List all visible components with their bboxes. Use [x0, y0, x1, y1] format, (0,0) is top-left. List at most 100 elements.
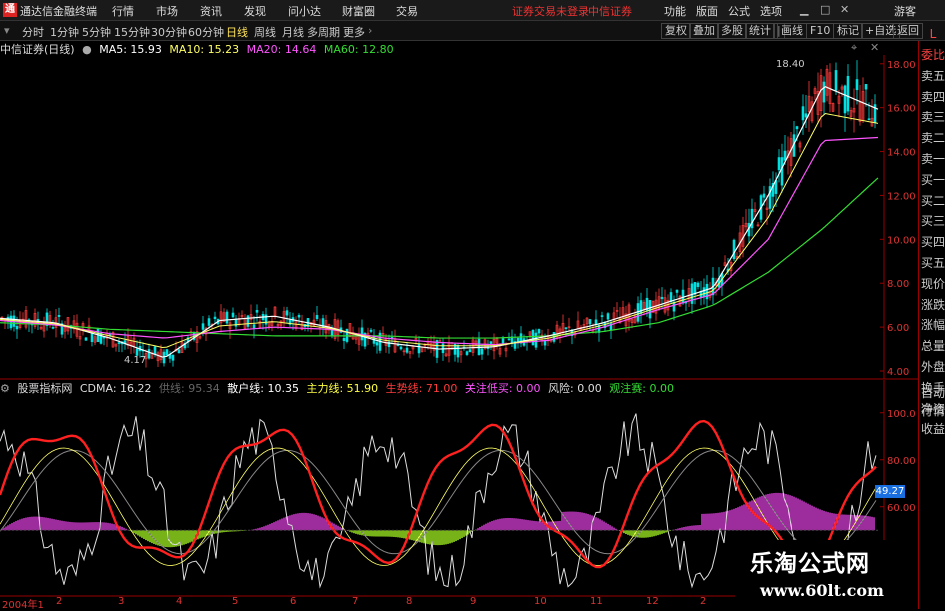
menu-ask[interactable]: 问小达 [288, 3, 321, 19]
indicator-tick-label: 100.0 [887, 409, 916, 420]
tab-30min[interactable]: 30分钟 [151, 24, 187, 40]
side-price[interactable]: 现价 [920, 277, 945, 291]
side-bid4[interactable]: 买四 [920, 235, 945, 249]
candle-body [51, 327, 55, 329]
trend-line-label: 生势线: 71.00 [385, 382, 458, 395]
more-chevron-icon[interactable]: › [368, 24, 372, 37]
candle-body [405, 347, 409, 353]
btn-overlay[interactable]: 叠加 [689, 23, 719, 39]
user-label[interactable]: 游客 [894, 3, 916, 19]
candle-body [177, 349, 181, 354]
btn-stats[interactable]: 统计 [745, 23, 775, 39]
side-bid3[interactable]: 买三 [920, 214, 945, 228]
minimize-icon[interactable]: ▁ [800, 3, 808, 16]
side-ask3[interactable]: 卖三 [920, 110, 945, 124]
price-tick-label: 4.00 [887, 367, 909, 378]
tab-1min[interactable]: 1分钟 [50, 24, 79, 40]
side-quotes[interactable]: 行情 [920, 404, 945, 418]
broker-name[interactable]: 中信证券 [588, 3, 632, 19]
candle-body [864, 84, 868, 90]
candle-body [57, 315, 61, 317]
tab-multi-period[interactable]: 多周期 [307, 24, 340, 40]
side-bid1[interactable]: 买一 [920, 173, 945, 187]
maximize-icon[interactable]: □ [820, 3, 830, 16]
btn-back[interactable]: 返回 [893, 23, 923, 39]
menu-wealth[interactable]: 财富圈 [342, 3, 375, 19]
tab-60min[interactable]: 60分钟 [188, 24, 224, 40]
side-outer[interactable]: 外盘 [920, 360, 945, 374]
low-price-label: 4.17 [124, 355, 146, 366]
menu-news[interactable]: 资讯 [200, 3, 222, 19]
candle-body [162, 351, 166, 364]
indicator-tick-label: 80.00 [887, 456, 916, 467]
indicator-name[interactable]: 股票指标网 [17, 382, 72, 395]
candle-body [855, 79, 859, 91]
btn-draw[interactable]: 画线 [777, 23, 807, 39]
price-tick-label: 6.00 [887, 323, 909, 334]
side-bid5[interactable]: 买五 [920, 256, 945, 270]
app-logo: 通 [3, 3, 17, 17]
candle-body [588, 319, 592, 325]
candle-body [762, 193, 766, 198]
close-icon[interactable]: ✕ [840, 3, 849, 16]
side-change[interactable]: 涨跌 [920, 298, 945, 312]
period-toolbar: ▾ 分时 1分钟 5分钟 15分钟 30分钟 60分钟 日线 周线 月线 多周期… [0, 21, 945, 41]
watermark-url: www.60lt.com [760, 581, 884, 600]
side-auto[interactable]: 自动 [920, 386, 945, 400]
tab-daily[interactable]: 日线 [226, 24, 248, 40]
side-ask2[interactable]: 卖二 [920, 131, 945, 145]
menu-quotes[interactable]: 行情 [112, 3, 134, 19]
candle-body [15, 326, 19, 330]
quote-side-panel: L 委比 卖五 卖四 卖三 卖二 卖一 买一 买二 买三 买四 买五 现价 涨跌 涨幅 总量 外盘 换手 净资 收益… [918, 27, 945, 609]
candle-body [564, 327, 568, 329]
cdma-label: CDMA: 16.22 [79, 382, 152, 395]
btn-adjust[interactable]: 复权 [661, 23, 691, 39]
btn-multi-stock[interactable]: 多股 [717, 23, 747, 39]
menu-trade[interactable]: 交易 [396, 3, 418, 19]
menu-market[interactable]: 市场 [156, 3, 178, 19]
btn-f10[interactable]: F10 [806, 23, 835, 39]
price-chart[interactable]: 18.00 16.00 14.00 12.00 10.00 8.00 6.00 4.00 10… [0, 41, 918, 609]
side-bid2[interactable]: 买二 [920, 194, 945, 208]
side-change-pct[interactable]: 涨幅 [920, 318, 945, 332]
tab-more[interactable]: 更多 [343, 24, 365, 40]
candle-body [795, 126, 799, 130]
side-ask1[interactable]: 卖一 [920, 152, 945, 166]
candle-body [225, 311, 229, 324]
menu-function[interactable]: 功能 [664, 3, 686, 19]
candle-body [777, 157, 781, 171]
side-bid-ratio[interactable]: 委比 [920, 48, 945, 62]
side-ask4[interactable]: 卖四 [920, 90, 945, 104]
candle-body [468, 349, 472, 353]
price-tick-label: 18.00 [887, 60, 916, 71]
side-ask5[interactable]: 卖五 [920, 69, 945, 83]
candle-body [693, 282, 697, 295]
tab-monthly[interactable]: 月线 [282, 24, 304, 40]
menu-discover[interactable]: 发现 [244, 3, 266, 19]
tab-5min[interactable]: 5分钟 [82, 24, 111, 40]
menu-formula[interactable]: 公式 [728, 3, 750, 19]
candle-body [834, 70, 838, 91]
tab-weekly[interactable]: 周线 [254, 24, 276, 40]
side-top-label[interactable]: L [920, 27, 945, 41]
candle-body [507, 338, 511, 341]
menu-options[interactable]: 选项 [760, 3, 782, 19]
supply-line-label: 供线: 95.34 [159, 382, 220, 395]
candle-body [537, 329, 541, 334]
chevron-down-icon[interactable]: ▾ [4, 24, 10, 37]
tab-15min[interactable]: 15分钟 [114, 24, 150, 40]
indicator-settings-icon[interactable]: ⚙ [0, 382, 10, 395]
menu-layout[interactable]: 版面 [696, 3, 718, 19]
x-label-8: 9 [470, 596, 477, 607]
login-warning[interactable]: 证券交易未登录 [512, 3, 589, 19]
indicator-value-badge: 49.27 [875, 485, 905, 498]
btn-mark[interactable]: 标记 [833, 23, 863, 39]
side-earnings[interactable]: 收益 [920, 422, 945, 436]
tab-timeshare[interactable]: 分时 [22, 24, 44, 40]
side-volume[interactable]: 总量 [920, 339, 945, 353]
candle-body [315, 315, 319, 319]
candle-body [165, 349, 169, 356]
price-tick-label: 10.00 [887, 235, 916, 246]
candle-body [117, 342, 121, 344]
candle-body [867, 118, 871, 121]
